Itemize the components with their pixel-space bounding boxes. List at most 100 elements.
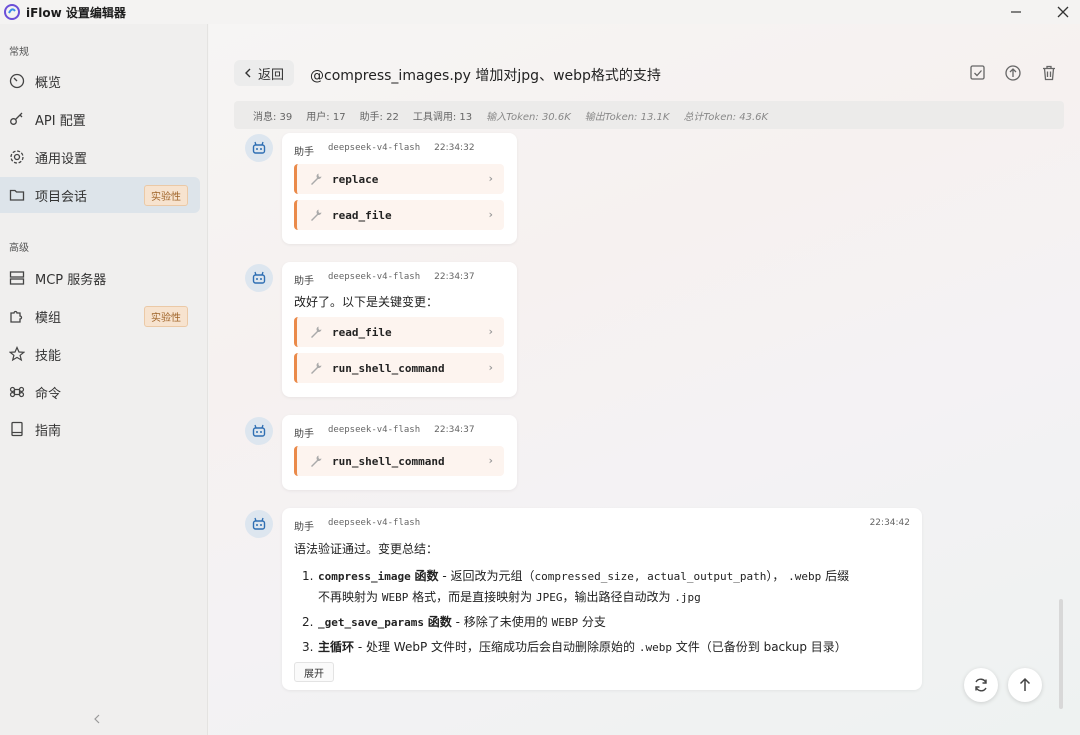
sidebar-item-general-settings[interactable]: 通用设置 [0,139,200,175]
message-model: deepseek-v4-flash [328,143,421,153]
sidebar-item-mcp-servers[interactable]: MCP 服务器 [0,260,200,296]
sidebar-item-label: API 配置 [35,113,86,129]
sidebar-item-api-config[interactable]: API 配置 [0,101,200,137]
title-bar: iFlow 设置编辑器 [0,0,1080,24]
message-meta: 助手 deepseek-v4-flash 22:34:42 [294,518,910,533]
experimental-badge: 实验性 [144,184,188,206]
trash-icon[interactable] [1040,64,1058,82]
stat-assistant: 助手: 22 [359,111,399,123]
sidebar-section-general: 常规 [9,47,29,58]
sidebar-item-label: 技能 [35,348,62,364]
robot-icon [252,424,266,437]
message-meta: 助手 deepseek-v4-flash 22:34:37 [294,425,475,440]
assistant-avatar [245,510,273,538]
tool-name: replace [332,172,379,186]
sidebar-item-commands[interactable]: 命令 [0,374,200,410]
command-icon [8,383,26,401]
close-icon [1057,6,1069,18]
message-model: deepseek-v4-flash [328,518,421,528]
assistant-avatar [245,134,273,162]
star-icon [8,345,26,363]
robot-icon [252,271,266,284]
tool-name: run_shell_command [332,454,445,468]
sidebar-item-label: 项目会话 [35,189,88,205]
chevron-right-icon: › [487,208,494,221]
refresh-button[interactable] [964,668,998,702]
book-icon [8,420,26,438]
tool-call-run-shell-command[interactable]: run_shell_command › [294,446,504,476]
stat-total-tokens: 总计Token: 43.6K [683,111,769,123]
chevron-right-icon: › [487,361,494,374]
sidebar-item-project-sessions[interactable]: 项目会话 实验性 [0,177,200,213]
sidebar-item-skills[interactable]: 技能 [0,336,200,372]
list-item: 2. _get_save_params 函数 - 移除了未使用的 WEBP 分支 [302,615,606,629]
stat-users: 用户: 17 [306,111,346,123]
app-logo-icon [4,4,20,20]
message-bubble: 助手 deepseek-v4-flash 22:34:37 run_shell_… [282,415,517,490]
assistant-avatar [245,417,273,445]
collapse-sidebar-icon[interactable] [93,714,101,727]
stat-tool-calls: 工具调用: 13 [412,111,473,123]
key-icon [8,110,26,128]
refresh-icon [975,678,987,692]
message-text: 改好了。以下是关键变更： [294,295,439,309]
sidebar-item-guide[interactable]: 指南 [0,411,200,447]
message-meta: 助手 deepseek-v4-flash 22:34:37 [294,272,475,287]
message-time: 22:34:37 [434,425,475,435]
sidebar-item-modules[interactable]: 模组 实验性 [0,298,200,334]
puzzle-icon [8,307,26,325]
experimental-badge: 实验性 [144,305,188,327]
message-time: 22:34:37 [434,272,475,282]
wrench-icon [311,209,322,221]
sidebar-item-overview[interactable]: 概览 [0,63,200,99]
message-bubble: 助手 deepseek-v4-flash 22:34:32 replace › … [282,133,517,244]
tool-name: read_file [332,325,392,339]
tool-name: run_shell_command [332,361,445,375]
session-header: 返回 @compress_images.py 增加对jpg、webp格式的支持 … [209,24,1080,129]
folder-icon [8,186,26,204]
server-icon [8,269,26,287]
wrench-icon [311,455,322,467]
wrench-icon [311,326,322,338]
tool-call-read-file[interactable]: read_file › [294,317,504,347]
message-model: deepseek-v4-flash [328,425,421,435]
back-label: 返回 [257,67,284,83]
message-role: 助手 [294,522,314,533]
minimize-icon [1011,11,1021,13]
message-role: 助手 [294,429,314,440]
list-item: 3. 主循环 - 处理 WebP 文件时，压缩成功后会自动删除原始的 .webp… [302,640,847,654]
page-title: @compress_images.py 增加对jpg、webp格式的支持 [310,68,661,84]
tool-call-run-shell-command[interactable]: run_shell_command › [294,353,504,383]
scrollbar-thumb[interactable] [1059,599,1063,709]
chevron-left-icon [244,68,251,78]
message-model: deepseek-v4-flash [328,272,421,282]
tool-call-read-file[interactable]: read_file › [294,200,504,230]
minimize-button[interactable] [993,0,1039,24]
assistant-avatar [245,264,273,292]
sidebar-item-label: 命令 [35,386,62,402]
tool-call-replace[interactable]: replace › [294,164,504,194]
back-button[interactable]: 返回 [234,60,294,86]
stat-messages: 消息: 39 [253,111,293,123]
wrench-icon [311,173,322,185]
scroll-to-top-button[interactable] [1008,668,1042,702]
robot-icon [252,517,266,530]
robot-icon [252,141,266,154]
check-square-icon[interactable] [969,64,987,82]
app-title: iFlow 设置编辑器 [26,5,126,20]
close-button[interactable] [1040,0,1080,24]
sidebar-item-label: 通用设置 [35,151,88,167]
share-icon[interactable] [1004,64,1022,82]
expand-button[interactable]: 展开 [294,662,334,682]
arrow-up-icon [1019,677,1031,691]
message-time: 22:34:42 [869,518,910,528]
sidebar-section-advanced: 高级 [9,243,29,254]
sidebar: 常规 概览 API 配置 通用设置 项目会话 实验性 高级 MCP 服务器 模组… [0,24,208,735]
chevron-right-icon: › [487,454,494,467]
message-bubble: 助手 deepseek-v4-flash 22:34:42 语法验证通过。变更总… [282,508,922,690]
chevron-right-icon: › [487,172,494,185]
message-role: 助手 [294,276,314,287]
chevron-right-icon: › [487,325,494,338]
stat-output-tokens: 输出Token: 13.1K [584,111,670,123]
sidebar-item-label: MCP 服务器 [35,272,107,288]
